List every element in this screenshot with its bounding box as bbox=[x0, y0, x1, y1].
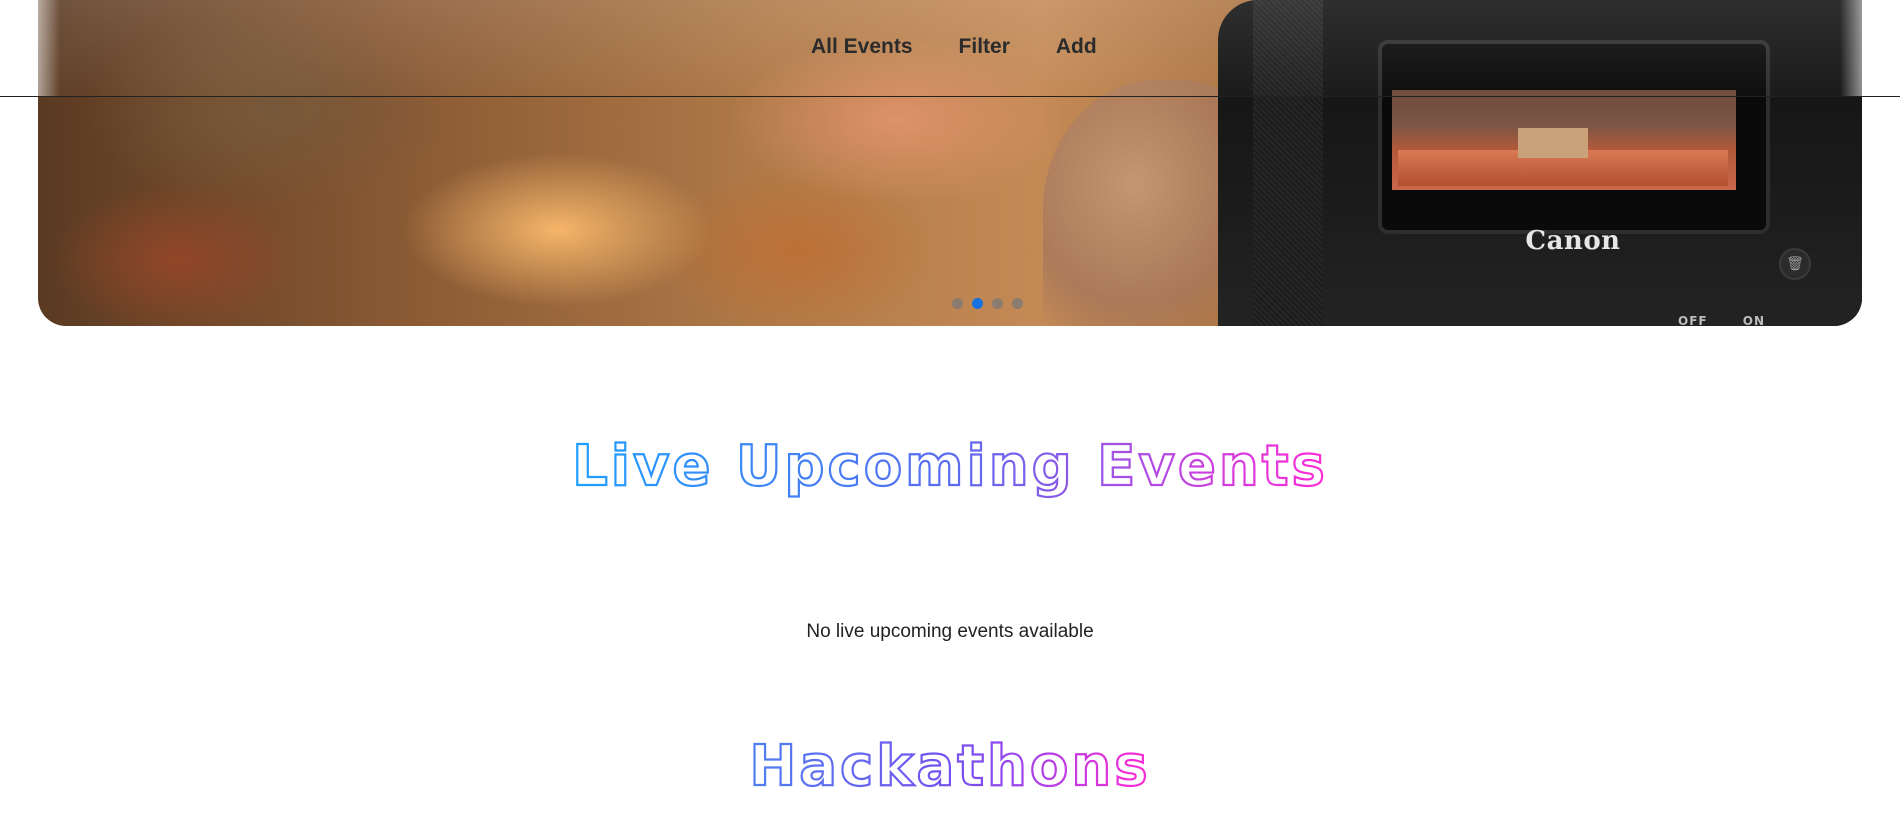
trash-icon: 🗑 bbox=[1779, 248, 1811, 280]
stage-table bbox=[1518, 128, 1588, 158]
page: Canon 🗑 OFF ON All Events Filter Add Liv… bbox=[0, 0, 1900, 828]
nav-filter-link[interactable]: Filter bbox=[959, 35, 1010, 59]
camera-on-label: ON bbox=[1742, 314, 1766, 326]
carousel-dot-2[interactable] bbox=[972, 298, 983, 309]
live-events-empty-message: No live upcoming events available bbox=[806, 621, 1094, 642]
carousel-indicators bbox=[952, 298, 1023, 309]
carousel-dot-4[interactable] bbox=[1012, 298, 1023, 309]
carousel-dot-3[interactable] bbox=[992, 298, 1003, 309]
nav-links: All Events Filter Add bbox=[811, 35, 1097, 59]
top-navbar: All Events Filter Add bbox=[0, 0, 1900, 97]
nav-add-link[interactable]: Add bbox=[1056, 35, 1097, 59]
live-events-heading: Live Upcoming Events bbox=[0, 433, 1900, 509]
hackathons-heading: Hackathons bbox=[0, 733, 1900, 809]
camera-power-switch-label: OFF ON bbox=[1678, 314, 1795, 326]
camera-off-label: OFF bbox=[1678, 314, 1708, 326]
hackathons-heading-text: Hackathons bbox=[749, 734, 1150, 799]
nav-all-events-link[interactable]: All Events bbox=[811, 35, 913, 59]
hackathons-heading-svg: Hackathons bbox=[748, 733, 1150, 800]
carousel-dot-1[interactable] bbox=[952, 298, 963, 309]
live-events-heading-svg: Live Upcoming Events bbox=[571, 433, 1328, 500]
camera-brand-logo: Canon bbox=[1525, 226, 1621, 256]
live-events-heading-text: Live Upcoming Events bbox=[572, 434, 1328, 499]
navbar-fade-right bbox=[1840, 0, 1900, 96]
navbar-fade-left bbox=[0, 0, 60, 96]
